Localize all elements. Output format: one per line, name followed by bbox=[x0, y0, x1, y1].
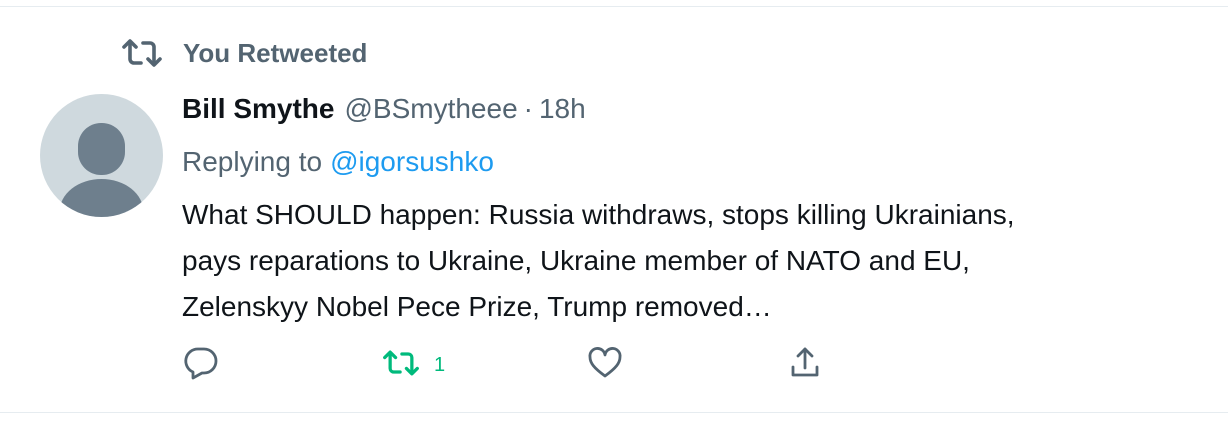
retweet-count: 1 bbox=[434, 353, 446, 376]
replying-prefix: Replying to bbox=[182, 146, 323, 177]
share-icon bbox=[786, 344, 824, 387]
reply-icon bbox=[182, 344, 220, 387]
like-button[interactable] bbox=[586, 345, 624, 385]
retweet-button[interactable]: 1 bbox=[382, 345, 445, 385]
default-avatar-icon bbox=[59, 123, 144, 217]
tweet-text-line: pays reparations to Ukraine, Ukraine mem… bbox=[182, 245, 970, 276]
tweet-content: Bill Smythe @BSmytheee · 18h Replying to… bbox=[182, 89, 1212, 330]
share-button[interactable] bbox=[786, 345, 824, 385]
heart-icon bbox=[586, 344, 624, 387]
replying-to: Replying to @igorsushko bbox=[182, 142, 1212, 182]
reply-button[interactable] bbox=[182, 345, 220, 385]
header-separator: · bbox=[523, 93, 533, 124]
author-name[interactable]: Bill Smythe bbox=[182, 89, 334, 129]
tweet-actions: 1 bbox=[182, 345, 842, 385]
tweet-header: Bill Smythe @BSmytheee · 18h bbox=[182, 89, 1212, 129]
retweet-icon bbox=[382, 348, 420, 383]
author-handle[interactable]: @BSmytheee bbox=[344, 89, 517, 129]
tweet-timestamp[interactable]: 18h bbox=[539, 89, 586, 129]
tweet-text: What SHOULD happen: Russia withdraws, st… bbox=[182, 192, 1212, 330]
tweet-text-line: Zelenskyy Nobel Pece Prize, Trump remove… bbox=[182, 291, 772, 322]
avatar[interactable] bbox=[40, 94, 163, 217]
replying-mention-link[interactable]: @igorsushko bbox=[330, 146, 494, 177]
bottom-divider bbox=[0, 412, 1228, 413]
tweet[interactable]: You Retweeted Bill Smythe @BSmytheee · 1… bbox=[0, 7, 1228, 412]
retweet-context[interactable]: You Retweeted bbox=[121, 37, 367, 69]
retweet-icon bbox=[121, 37, 163, 69]
retweet-context-label: You Retweeted bbox=[183, 37, 368, 68]
tweet-text-line: What SHOULD happen: Russia withdraws, st… bbox=[182, 199, 1015, 230]
